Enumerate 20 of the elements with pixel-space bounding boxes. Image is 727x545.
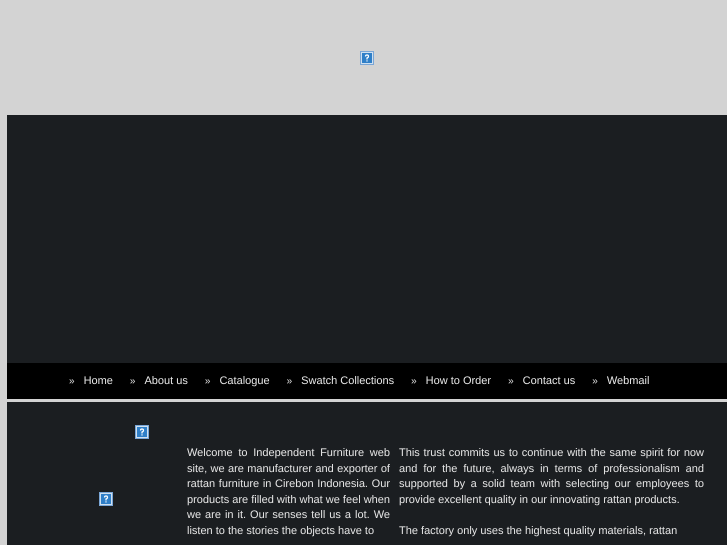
bullet-mark: » (411, 376, 417, 386)
about-paragraph: This trust commits us to continue with the same spirit for now and for the future, always in terms of professionalism and supported by a solid team with selecting our employees to provide excellent quality in our innovating rattan products. (399, 446, 704, 508)
nav-link[interactable]: Catalogue (219, 375, 270, 387)
bullet-mark: » (286, 376, 292, 386)
bullet-mark: » (592, 376, 598, 386)
nav-link[interactable]: How to Order (426, 375, 492, 387)
nav-link[interactable]: Contact us (522, 375, 576, 387)
bullet-mark: » (69, 376, 75, 386)
nav-link[interactable]: Webmail (606, 375, 650, 387)
about-paragraph: The factory only uses the highest quality materials, rattan (399, 524, 678, 539)
nav-link[interactable]: Home (84, 375, 113, 387)
bullet-mark: » (130, 376, 136, 386)
broken-image-icon (135, 425, 149, 439)
intro-paragraph: Welcome to Independent Furniture web site, we are manufacturer and exporter of rattan furniture in Cirebon Indonesia. Our products are filled with what we feel when we are in it. Our senses tell us a lot. We listen to the stories the objects have to (187, 446, 390, 538)
bullet-mark: » (508, 376, 514, 386)
broken-image-icon (99, 492, 113, 506)
bullet-mark: » (204, 376, 210, 386)
broken-image-icon (360, 50, 374, 64)
nav-link[interactable]: Swatch Collections (301, 375, 394, 387)
nav-link[interactable]: About us (144, 375, 188, 387)
